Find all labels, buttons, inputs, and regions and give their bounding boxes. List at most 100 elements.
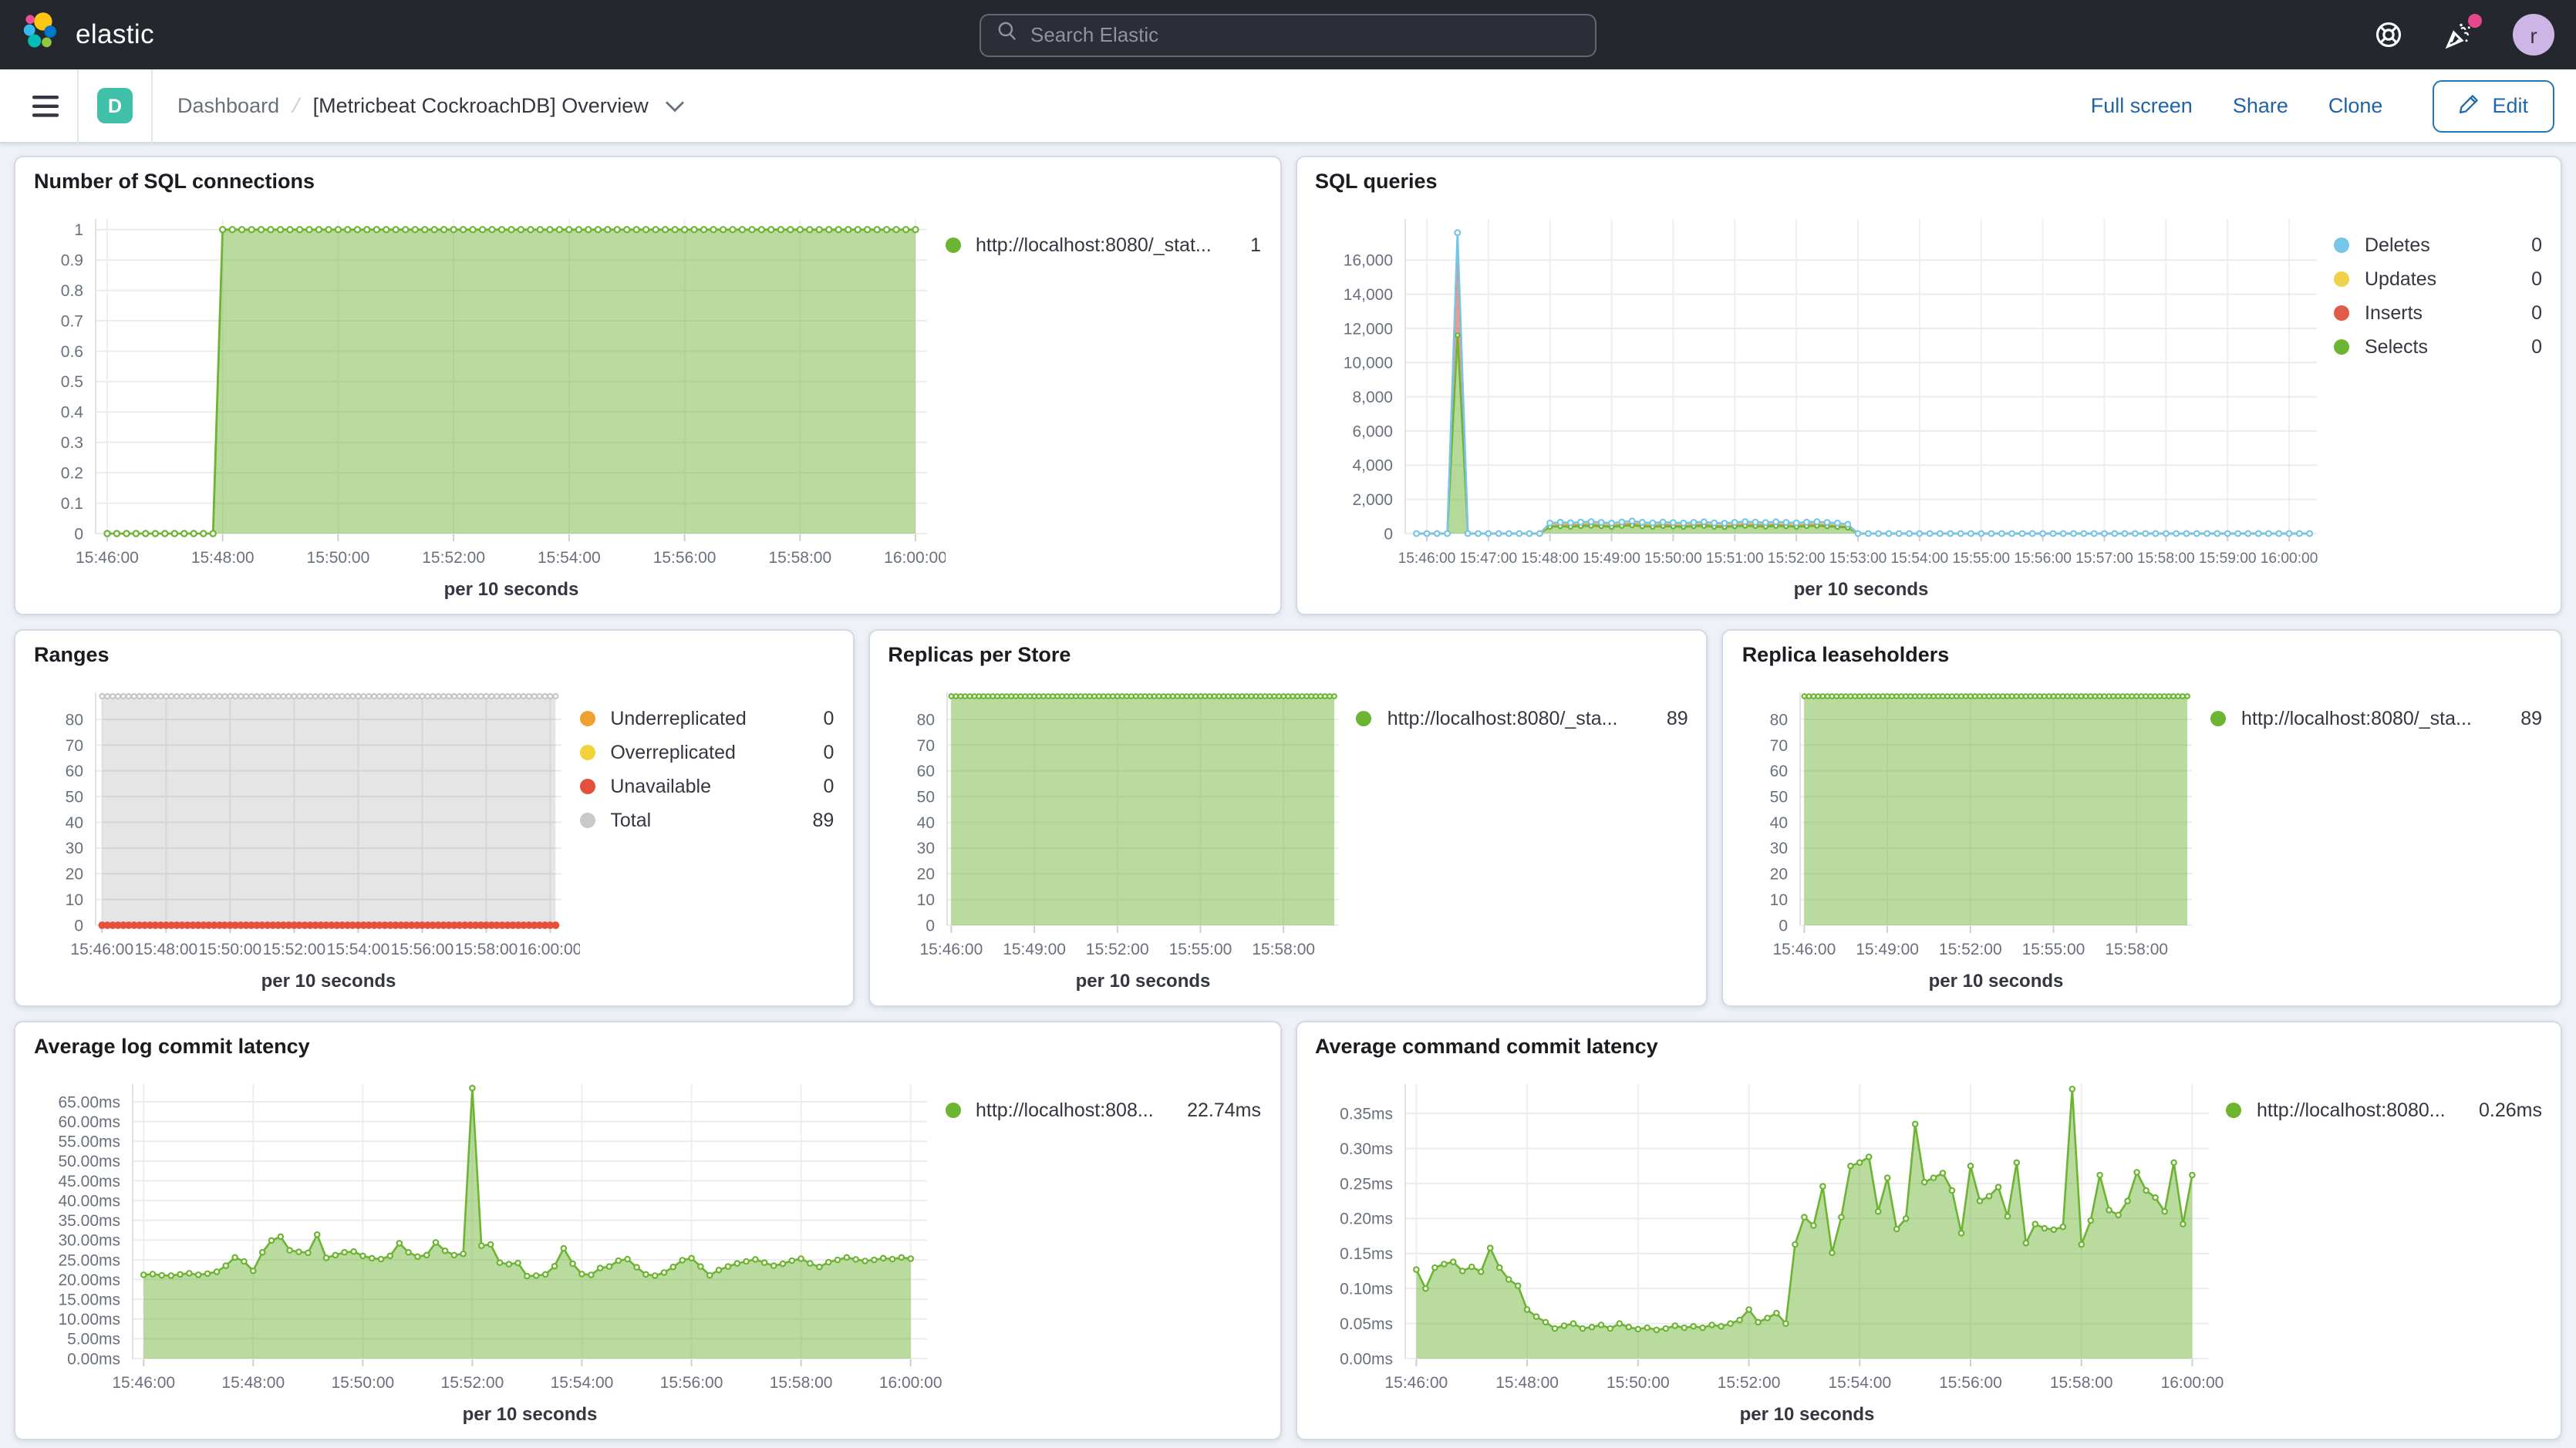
legend-item[interactable]: Overreplicated0	[579, 736, 834, 769]
legend-item[interactable]: http://localhost:8080/_stat...1	[945, 228, 1261, 262]
svg-text:0: 0	[1383, 525, 1392, 543]
legend-item[interactable]: Total89	[579, 803, 834, 837]
svg-text:16:00:00: 16:00:00	[879, 1374, 942, 1392]
legend-sql-queries: Deletes0Updates0Inserts0Selects0	[2334, 204, 2542, 604]
legend-item[interactable]: Deletes0	[2334, 228, 2542, 262]
legend-replica-leaseholders: http://localhost:8080/_sta...89	[2210, 677, 2542, 996]
svg-text:0.35ms: 0.35ms	[1339, 1105, 1392, 1123]
svg-text:15:52:00: 15:52:00	[1085, 941, 1148, 958]
legend-label: http://localhost:8080...	[2257, 1099, 2466, 1121]
svg-text:0: 0	[926, 917, 935, 934]
chart-command-commit-latency[interactable]: 15:46:0015:48:0015:50:0015:52:0015:54:00…	[1315, 1069, 2226, 1429]
svg-text:50.00ms: 50.00ms	[58, 1153, 120, 1170]
elastic-logo-brand[interactable]: elastic	[22, 11, 330, 59]
dashboard-app-badge[interactable]: D	[97, 88, 133, 123]
svg-text:10.00ms: 10.00ms	[58, 1311, 120, 1328]
chart-replicas-per-store[interactable]: 15:46:0015:49:0015:52:0015:55:0015:58:00…	[888, 677, 1356, 996]
breadcrumb-dashboard[interactable]: Dashboard	[177, 94, 279, 117]
search-input[interactable]	[1030, 23, 1580, 46]
legend-item[interactable]: http://localhost:8080/_sta...89	[2210, 702, 2542, 736]
svg-text:15:58:00: 15:58:00	[455, 941, 518, 958]
legend-item[interactable]: http://localhost:8080...0.26ms	[2226, 1093, 2542, 1127]
chart-replica-leaseholders[interactable]: 15:46:0015:49:0015:52:0015:55:0015:58:00…	[1742, 677, 2210, 996]
legend-value: 0	[2531, 302, 2542, 324]
panel-title: SQL queries	[1315, 170, 2542, 204]
svg-text:60: 60	[1770, 763, 1788, 780]
global-search[interactable]	[979, 13, 1597, 56]
chevron-down-icon[interactable]	[666, 99, 686, 112]
svg-text:16:00:00: 16:00:00	[2260, 551, 2318, 567]
svg-text:20: 20	[66, 866, 83, 884]
legend-dot	[2334, 305, 2349, 321]
svg-text:40.00ms: 40.00ms	[58, 1192, 120, 1210]
chart-sql-connections[interactable]: 15:46:0015:48:0015:50:0015:52:0015:54:00…	[34, 204, 945, 604]
svg-text:70: 70	[916, 737, 934, 755]
svg-text:8,000: 8,000	[1351, 389, 1392, 406]
svg-text:15:56:00: 15:56:00	[1938, 1374, 2001, 1392]
svg-text:15:58:00: 15:58:00	[2136, 551, 2194, 567]
svg-text:0.9: 0.9	[61, 252, 83, 270]
app-header: elastic	[0, 0, 2576, 69]
svg-text:0: 0	[74, 917, 83, 934]
svg-text:15:51:00: 15:51:00	[1705, 551, 1763, 567]
svg-text:10: 10	[916, 891, 934, 909]
legend-item[interactable]: http://localhost:8080/_sta...89	[1357, 702, 1688, 736]
whats-new-icon[interactable]	[2442, 18, 2476, 52]
svg-text:20: 20	[916, 866, 934, 884]
chart-ranges[interactable]: 15:46:0015:48:0015:50:0015:52:0015:54:00…	[34, 677, 579, 996]
edit-button[interactable]: Edit	[2432, 79, 2554, 132]
divider	[77, 69, 79, 143]
legend-item[interactable]: Selects0	[2334, 330, 2542, 364]
svg-text:15:52:00: 15:52:00	[1717, 1374, 1780, 1392]
legend-item[interactable]: Updates0	[2334, 262, 2542, 296]
svg-text:16:00:00: 16:00:00	[884, 549, 946, 567]
legend-label: Updates	[2365, 268, 2519, 290]
user-avatar[interactable]: r	[2513, 14, 2554, 56]
svg-text:50: 50	[1770, 788, 1788, 806]
svg-text:10: 10	[1770, 891, 1788, 909]
chart-log-commit-latency[interactable]: 15:46:0015:48:0015:50:0015:52:0015:54:00…	[34, 1069, 945, 1429]
svg-text:15:50:00: 15:50:00	[331, 1374, 394, 1392]
legend-dot	[2334, 339, 2349, 355]
svg-text:15:49:00: 15:49:00	[1856, 941, 1920, 958]
svg-text:0.00ms: 0.00ms	[67, 1350, 120, 1368]
help-icon[interactable]	[2371, 18, 2405, 52]
clone-button[interactable]: Clone	[2328, 94, 2383, 117]
svg-text:10: 10	[66, 891, 83, 909]
svg-text:15:58:00: 15:58:00	[770, 1374, 833, 1392]
svg-text:15:50:00: 15:50:00	[1606, 1374, 1669, 1392]
svg-text:40: 40	[1770, 814, 1788, 832]
legend-item[interactable]: Unavailable0	[579, 769, 834, 803]
svg-text:15:53:00: 15:53:00	[1829, 551, 1886, 567]
legend-item[interactable]: Underreplicated0	[579, 702, 834, 736]
hamburger-menu-icon[interactable]	[22, 83, 68, 129]
full-screen-button[interactable]: Full screen	[2091, 94, 2193, 117]
svg-text:14,000: 14,000	[1343, 286, 1392, 304]
svg-text:per 10 seconds: per 10 seconds	[444, 579, 579, 600]
panel-sql-queries: SQL queries 15:46:0015:47:0015:48:0015:4…	[1295, 156, 2562, 615]
chart-sql-queries[interactable]: 15:46:0015:47:0015:48:0015:49:0015:50:00…	[1315, 204, 2334, 604]
svg-text:35.00ms: 35.00ms	[58, 1212, 120, 1230]
svg-text:40: 40	[66, 814, 83, 832]
legend-item[interactable]: http://localhost:808...22.74ms	[945, 1093, 1261, 1127]
svg-text:15:58:00: 15:58:00	[2049, 1374, 2112, 1392]
svg-text:15.00ms: 15.00ms	[58, 1291, 120, 1309]
svg-text:15:55:00: 15:55:00	[2022, 941, 2085, 958]
svg-text:15:48:00: 15:48:00	[221, 1374, 285, 1392]
svg-text:0.5: 0.5	[61, 373, 83, 391]
svg-text:15:52:00: 15:52:00	[422, 549, 485, 567]
svg-text:0.7: 0.7	[61, 312, 83, 330]
svg-text:15:52:00: 15:52:00	[1767, 551, 1825, 567]
svg-text:15:50:00: 15:50:00	[307, 549, 370, 567]
legend-value: 0	[2531, 234, 2542, 256]
share-button[interactable]: Share	[2233, 94, 2288, 117]
legend-item[interactable]: Inserts0	[2334, 296, 2542, 330]
legend-sql-connections: http://localhost:8080/_stat...1	[945, 204, 1261, 604]
svg-text:15:58:00: 15:58:00	[768, 549, 831, 567]
legend-dot	[579, 779, 595, 794]
svg-text:60.00ms: 60.00ms	[58, 1113, 120, 1131]
svg-text:per 10 seconds: per 10 seconds	[1075, 971, 1210, 992]
legend-label: Unavailable	[610, 776, 811, 797]
svg-text:0.4: 0.4	[61, 404, 84, 422]
legend-replicas-per-store: http://localhost:8080/_sta...89	[1357, 677, 1688, 996]
